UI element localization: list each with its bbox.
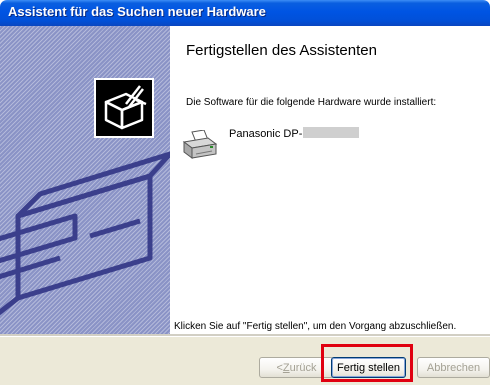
page-title: Fertigstellen des Assistenten <box>186 42 377 59</box>
wizard-window: Assistent für das Suchen neuer Hardware <box>0 0 490 385</box>
device-name-text: Panasonic DP- <box>229 128 303 140</box>
hardware-wizard-icon <box>94 78 154 138</box>
wizard-content: Fertigstellen des Assistenten Die Softwa… <box>170 26 490 334</box>
device-name: Panasonic DP- <box>229 127 360 140</box>
redacted-model-block <box>303 127 360 138</box>
hardware-illustration <box>0 151 170 316</box>
finish-button-highlight <box>321 344 413 382</box>
window-title: Assistent für das Suchen neuer Hardware <box>8 4 266 19</box>
cancel-button[interactable]: Abbrechen <box>417 357 490 378</box>
back-button-mnemonic: Z <box>282 361 290 374</box>
title-bar[interactable]: Assistent für das Suchen neuer Hardware <box>0 0 490 26</box>
wizard-side-banner <box>0 26 170 334</box>
back-button-rest: urück <box>289 361 317 374</box>
finish-instruction: Klicken Sie auf "Fertig stellen", um den… <box>174 321 457 332</box>
printer-icon <box>182 130 218 159</box>
info-text: Die Software für die folgende Hardware w… <box>186 97 437 108</box>
